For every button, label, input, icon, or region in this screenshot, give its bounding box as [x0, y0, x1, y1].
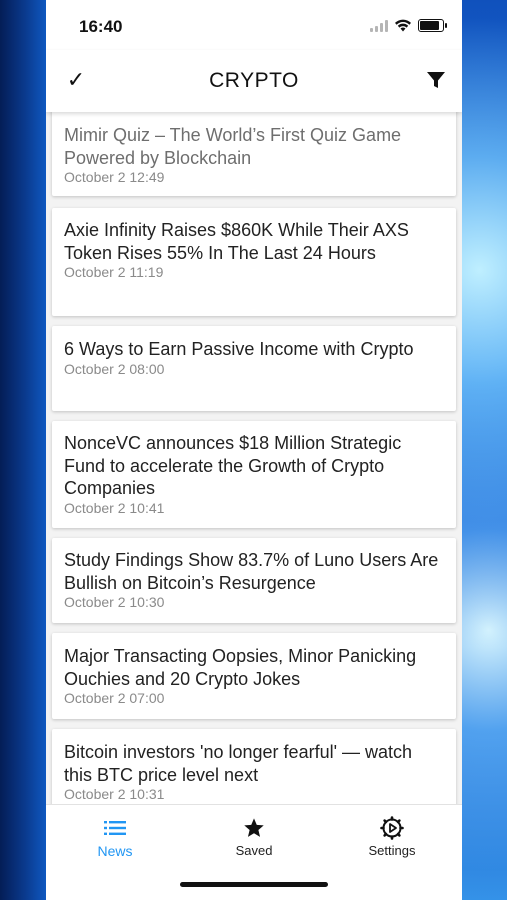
article-date: October 2 10:41 — [64, 499, 165, 516]
tab-settings[interactable]: Settings — [342, 815, 442, 858]
gear-icon — [380, 816, 404, 840]
tab-label: Settings — [368, 843, 416, 858]
article-card[interactable]: Study Findings Show 83.7% of Luno Users … — [52, 538, 456, 623]
tab-label: News — [97, 843, 133, 859]
article-list[interactable]: Mimir Quiz – The World’s First Quiz Game… — [46, 112, 462, 804]
article-headline: Bitcoin investors 'no longer fearful' — … — [64, 742, 413, 785]
status-bar: 16:40 — [46, 0, 462, 50]
article-card[interactable]: Bitcoin investors 'no longer fearful' — … — [52, 729, 456, 804]
home-indicator[interactable] — [180, 882, 328, 887]
article-headline: Axie Infinity Raises $860K While Their A… — [64, 220, 409, 263]
star-icon — [244, 818, 264, 837]
page-title: CRYPTO — [209, 69, 299, 92]
status-time: 16:40 — [79, 17, 123, 36]
article-card[interactable]: 6 Ways to Earn Passive Income with Crypt… — [52, 326, 456, 411]
battery-icon — [418, 19, 447, 32]
article-card[interactable]: NonceVC announces $18 Million Strategic … — [52, 421, 456, 528]
article-date: October 2 10:30 — [64, 594, 165, 610]
background-left-strip — [0, 0, 46, 900]
app-bar: ✓ CRYPTO — [46, 50, 462, 112]
tab-label: Saved — [235, 843, 273, 858]
article-card[interactable]: Axie Infinity Raises $860K While Their A… — [52, 208, 456, 316]
article-headline: Major Transacting Oopsies, Minor Panicki… — [64, 646, 417, 689]
background-right-strip — [461, 0, 507, 900]
tab-news[interactable]: News — [65, 815, 165, 859]
article-date: October 2 07:00 — [64, 690, 165, 706]
list-icon — [104, 821, 126, 835]
article-card[interactable]: Major Transacting Oopsies, Minor Panicki… — [52, 633, 456, 719]
signal-icon — [370, 19, 388, 32]
status-icons — [370, 19, 447, 32]
article-date: October 2 08:00 — [64, 360, 165, 377]
article-headline: Mimir Quiz – The World’s First Quiz Game… — [64, 125, 402, 168]
article-date: October 2 11:19 — [64, 264, 164, 280]
wifi-icon — [395, 19, 411, 32]
article-date: October 2 10:31 — [64, 786, 165, 802]
article-headline: Study Findings Show 83.7% of Luno Users … — [64, 550, 439, 593]
article-headline: 6 Ways to Earn Passive Income with Crypt… — [64, 339, 414, 359]
filter-icon[interactable] — [426, 70, 446, 90]
app-screen: 16:40 ✓ CRYPTO Mimir Quiz – The World’s … — [46, 0, 462, 900]
article-headline: NonceVC announces $18 Million Strategic … — [64, 433, 402, 498]
article-date: October 2 12:49 — [64, 169, 165, 185]
article-card[interactable]: Mimir Quiz – The World’s First Quiz Game… — [52, 112, 456, 196]
tab-saved[interactable]: Saved — [204, 815, 304, 858]
